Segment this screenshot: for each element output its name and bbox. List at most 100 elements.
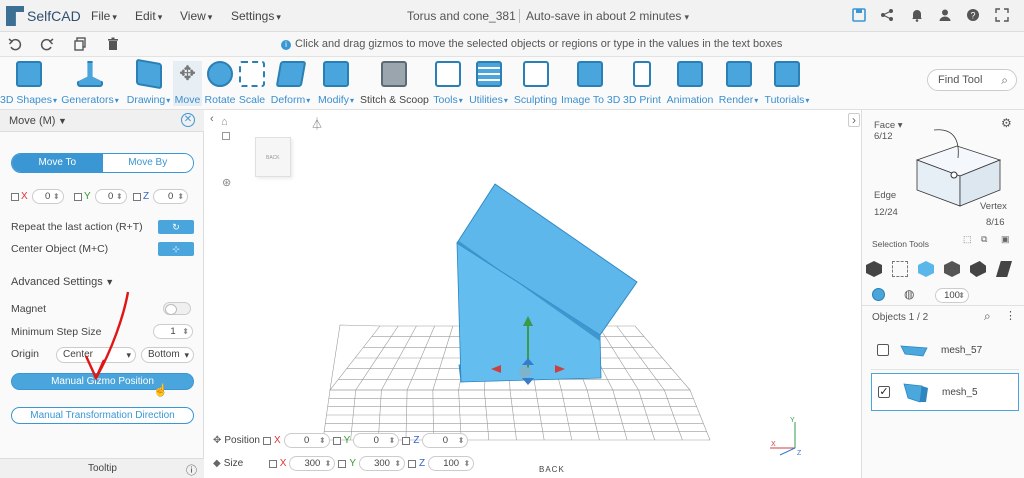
brush-circle-icon[interactable] — [872, 288, 885, 301]
selection-tools-label: Selection Tools — [872, 239, 930, 249]
face-mode-select[interactable]: Face ▾ — [874, 120, 903, 131]
save-icon[interactable] — [851, 8, 867, 24]
size-z-input[interactable]: 100 — [428, 456, 475, 471]
info-icon: i — [281, 40, 291, 50]
search-objects-icon[interactable]: ⌕ — [984, 309, 991, 324]
z-input[interactable]: 0 — [153, 189, 189, 204]
tool-drawing[interactable]: Drawing — [123, 58, 174, 106]
magnet-toggle[interactable] — [163, 302, 191, 315]
object-checkbox[interactable] — [877, 344, 889, 356]
undo-icon[interactable] — [8, 37, 22, 54]
size-small-icon: ◆ — [213, 458, 221, 469]
copy-icon[interactable] — [73, 37, 87, 54]
size-y-input[interactable]: 300 — [359, 456, 406, 471]
brush-sphere-icon[interactable]: ◍ — [904, 287, 914, 301]
x-input[interactable]: 0 — [31, 189, 64, 204]
selfcad-logo[interactable]: SelfCAD — [6, 6, 81, 26]
min-step-input[interactable]: 1 — [153, 324, 193, 339]
selected-shape[interactable] — [456, 183, 638, 383]
info-circle-icon: ⓘ — [186, 465, 197, 477]
center-label: Center Object (M+C) — [11, 243, 109, 255]
tooltip-bar[interactable]: Tooltip ⓘ — [0, 458, 204, 478]
selection-cube-diagram[interactable] — [912, 128, 1002, 208]
manual-transformation-direction-button[interactable]: Manual Transformation Direction — [11, 407, 194, 424]
object-row-mesh-57[interactable]: mesh_57 — [871, 332, 1019, 370]
share-icon[interactable] — [879, 8, 895, 24]
menu-edit[interactable]: Edit — [135, 9, 162, 23]
tool-sculpting[interactable]: Sculpting — [513, 61, 558, 106]
tool-tools[interactable]: Tools — [430, 61, 466, 106]
y-input[interactable]: 0 — [94, 189, 127, 204]
panel-title[interactable]: Move (M) — [9, 115, 67, 127]
pos-y-checkbox[interactable] — [332, 436, 341, 445]
center-button[interactable]: ⊹ — [158, 242, 194, 256]
size-x-checkbox[interactable] — [268, 459, 277, 468]
redo-icon[interactable] — [40, 37, 54, 54]
wireframe-select-icon[interactable] — [892, 261, 908, 277]
object-row-mesh-5[interactable]: ✓ mesh_5 — [871, 373, 1019, 411]
tool-3d-shapes[interactable]: 3D Shapes — [0, 61, 57, 106]
z-checkbox[interactable] — [133, 192, 141, 201]
tooltip-label: Tooltip — [88, 463, 117, 474]
plane-select-icon[interactable] — [996, 261, 1012, 277]
tool-stitch-scoop[interactable]: Stitch & Scoop — [360, 61, 429, 106]
pos-x-checkbox[interactable] — [262, 436, 271, 445]
move-by-button[interactable]: Move By — [102, 154, 193, 172]
tool-deform[interactable]: Deform — [268, 61, 313, 106]
user-icon[interactable] — [937, 8, 953, 24]
document-title[interactable]: Torus and cone_381 — [407, 9, 516, 23]
copy-selection-icon[interactable]: ⧉ — [981, 234, 987, 245]
3d-viewport[interactable]: ‹ ⌂ ⊛ ⏃ › BACK BACK X Y Z ✥ Position X 0… — [205, 110, 860, 478]
tool-tutorials[interactable]: Tutorials — [763, 61, 811, 106]
delete-icon[interactable] — [106, 37, 120, 54]
tool-move[interactable]: ✥ Move — [173, 61, 202, 106]
more-icon[interactable]: ⋮ — [1005, 309, 1016, 322]
advanced-settings-toggle[interactable]: Advanced Settings — [11, 276, 114, 288]
mouse-cursor-icon: ☝ — [153, 383, 168, 397]
solid-select-icon[interactable] — [866, 261, 882, 277]
tool-animation[interactable]: Animation — [665, 61, 715, 106]
menu-view[interactable]: View — [180, 9, 212, 23]
tool-rotate[interactable]: Rotate — [204, 61, 236, 106]
tutorials-icon — [774, 61, 800, 87]
right-panel: Face ▾ 6/12 ⚙ Edge 12/24 Vertex 8/16 Sel… — [861, 110, 1024, 478]
pos-y-input[interactable]: 0 — [353, 433, 400, 448]
help-icon[interactable]: ? — [965, 8, 981, 24]
size-y-checkbox[interactable] — [338, 459, 347, 468]
face-select-icon[interactable] — [918, 261, 934, 277]
size-x-input[interactable]: 300 — [289, 456, 336, 471]
invert-selection-icon[interactable]: ▣ — [1001, 234, 1010, 245]
tool-modify[interactable]: Modify — [316, 61, 356, 106]
fullscreen-icon[interactable] — [994, 8, 1010, 24]
move-to-button[interactable]: Move To — [12, 154, 103, 172]
brush-size-input[interactable]: 100 — [935, 288, 969, 303]
x-checkbox[interactable] — [11, 192, 19, 201]
size-z-checkbox[interactable] — [408, 459, 417, 468]
tool-label: Modify — [316, 94, 356, 106]
gear-icon[interactable]: ⚙ — [1001, 116, 1012, 130]
tool-scale[interactable]: Scale — [238, 61, 266, 106]
pos-z-input[interactable]: 0 — [422, 433, 469, 448]
bell-icon[interactable] — [909, 8, 925, 24]
menu-settings[interactable]: Settings — [231, 9, 281, 23]
deform-icon — [275, 61, 306, 87]
pos-z-checkbox[interactable] — [402, 436, 411, 445]
find-tool-input[interactable]: Find Tool ⌕ — [927, 69, 1017, 91]
tool-image-to-3d[interactable]: Image To 3D — [561, 61, 620, 106]
tool-generators[interactable]: Generators — [59, 61, 121, 106]
edge-select-icon[interactable] — [944, 261, 960, 277]
pos-x-input[interactable]: 0 — [283, 433, 330, 448]
object-checkbox[interactable]: ✓ — [878, 386, 890, 398]
y-checkbox[interactable] — [74, 192, 82, 201]
select-all-icon[interactable]: ⬚ — [963, 234, 972, 245]
tool-utilities[interactable]: Utilities — [467, 61, 510, 106]
close-icon[interactable]: ✕ — [181, 113, 195, 127]
vertex-select-icon[interactable] — [970, 261, 986, 277]
tool-3d-print[interactable]: 3D Print — [623, 61, 661, 106]
menu-file[interactable]: File — [91, 9, 117, 23]
axis-x-label: X — [771, 441, 776, 448]
autosave-status[interactable]: Auto-save in about 2 minutes — [519, 9, 689, 23]
tool-render[interactable]: Render — [718, 61, 759, 106]
repeat-button[interactable]: ↻ — [158, 220, 194, 234]
origin-select-b[interactable]: Bottom — [141, 347, 194, 363]
